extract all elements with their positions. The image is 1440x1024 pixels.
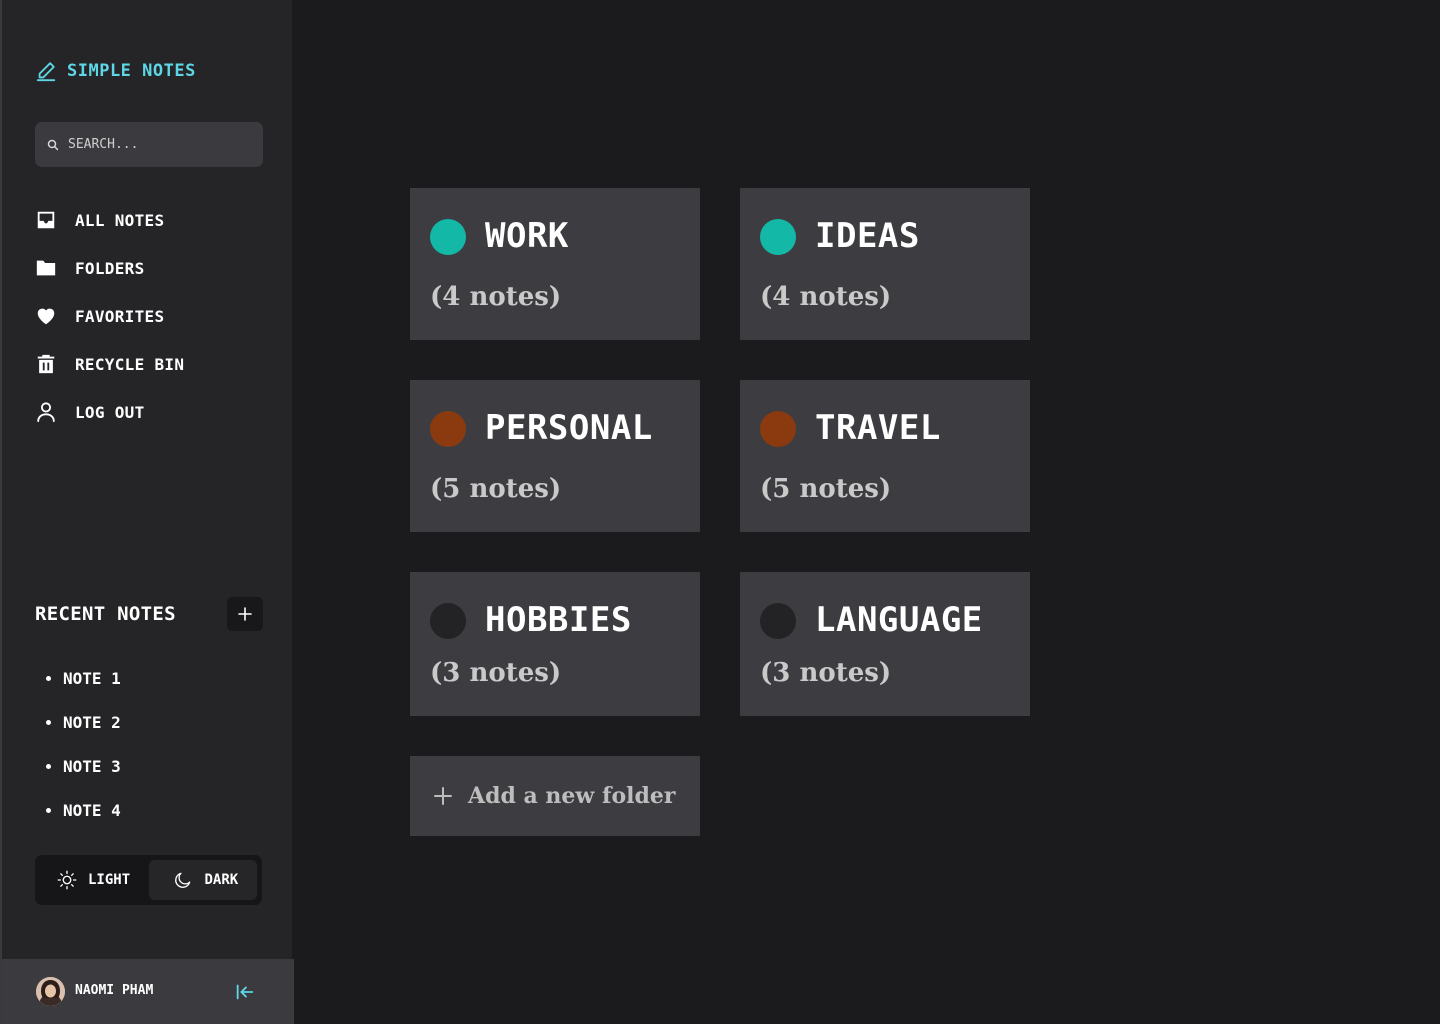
nav-label: FOLDERS: [75, 258, 145, 278]
folder-color-dot: [760, 219, 796, 255]
recent-note-item[interactable]: NOTE 3: [46, 744, 121, 788]
plus-icon: [434, 787, 452, 805]
folder-note-count: (4 notes): [760, 282, 892, 312]
folder-card-personal[interactable]: PERSONAL (5 notes): [410, 380, 700, 532]
folder-color-dot: [760, 603, 796, 639]
nav-label: LOG OUT: [75, 402, 145, 422]
trash-icon: [37, 354, 55, 374]
add-note-button[interactable]: [227, 597, 263, 631]
nav-item-folders[interactable]: FOLDERS: [35, 244, 275, 292]
user-icon: [37, 402, 55, 423]
recent-note-label: NOTE 2: [63, 712, 121, 732]
search-icon: [47, 139, 59, 150]
folder-note-count: (3 notes): [430, 658, 562, 688]
add-folder-button[interactable]: Add a new folder: [410, 756, 700, 836]
user-name: NAOMI PHAM: [75, 983, 154, 998]
sidebar: SIMPLE NOTES ALL NOTES FOLDERS FAVOR: [0, 0, 294, 1024]
folder-note-count: (4 notes): [430, 282, 562, 312]
nav-item-recycle-bin[interactable]: RECYCLE BIN: [35, 340, 275, 388]
recent-note-label: NOTE 3: [63, 756, 121, 776]
theme-dark-label: DARK: [204, 872, 239, 888]
avatar-image: [36, 977, 65, 1006]
folder-note-count: (3 notes): [760, 658, 892, 688]
folder-name: PERSONAL: [485, 408, 653, 448]
folder-icon: [36, 260, 56, 276]
theme-dark-option[interactable]: DARK: [149, 860, 257, 900]
main-nav: ALL NOTES FOLDERS FAVORITES RECYCLE BIN: [35, 196, 275, 436]
bullet-icon: [46, 763, 51, 769]
theme-toggle: LIGHT DARK: [35, 855, 262, 905]
folder-card-work[interactable]: WORK (4 notes): [410, 188, 700, 340]
collapse-left-icon: [236, 984, 254, 1000]
pen-icon: [36, 62, 56, 82]
folder-name: WORK: [485, 216, 569, 256]
nav-item-log-out[interactable]: LOG OUT: [35, 388, 275, 436]
folders-grid: WORK (4 notes) IDEAS (4 notes) PERSONAL …: [292, 0, 1440, 1024]
folder-color-dot: [430, 219, 466, 255]
search-box[interactable]: [35, 122, 263, 167]
moon-icon: [175, 872, 191, 888]
nav-item-all-notes[interactable]: ALL NOTES: [35, 196, 275, 244]
collapse-sidebar-button[interactable]: [234, 981, 256, 1003]
bullet-icon: [46, 719, 51, 725]
folder-card-ideas[interactable]: IDEAS (4 notes): [740, 188, 1030, 340]
folder-card-language[interactable]: LANGUAGE (3 notes): [740, 572, 1030, 716]
sun-icon: [57, 870, 77, 890]
theme-light-label: LIGHT: [88, 872, 131, 888]
app-logo[interactable]: SIMPLE NOTES: [35, 60, 196, 82]
recent-note-item[interactable]: NOTE 1: [46, 656, 121, 700]
recent-notes-list: NOTE 1 NOTE 2 NOTE 3 NOTE 4: [46, 656, 121, 832]
bullet-icon: [46, 807, 51, 813]
bullet-icon: [46, 675, 51, 681]
nav-label: RECYCLE BIN: [75, 354, 185, 374]
avatar[interactable]: [36, 977, 65, 1006]
app-title: SIMPLE NOTES: [67, 61, 196, 81]
recent-note-item[interactable]: NOTE 2: [46, 700, 121, 744]
nav-label: FAVORITES: [75, 306, 165, 326]
folder-name: TRAVEL: [815, 408, 941, 448]
recent-notes-title: RECENT NOTES: [35, 603, 176, 625]
folder-note-count: (5 notes): [760, 474, 892, 504]
recent-notes-header: RECENT NOTES: [35, 596, 263, 632]
folder-card-travel[interactable]: TRAVEL (5 notes): [740, 380, 1030, 532]
add-folder-label: Add a new folder: [468, 783, 676, 809]
search-input[interactable]: [68, 137, 248, 152]
folder-color-dot: [430, 411, 466, 447]
heart-icon: [37, 308, 55, 325]
folder-color-dot: [430, 603, 466, 639]
folder-name: IDEAS: [815, 216, 920, 256]
folder-name: LANGUAGE: [815, 600, 983, 640]
folder-note-count: (5 notes): [430, 474, 562, 504]
folder-card-hobbies[interactable]: HOBBIES (3 notes): [410, 572, 700, 716]
folder-color-dot: [760, 411, 796, 447]
recent-note-label: NOTE 4: [63, 800, 121, 820]
folder-name: HOBBIES: [485, 600, 632, 640]
user-bar: NAOMI PHAM: [2, 959, 294, 1024]
recent-note-label: NOTE 1: [63, 668, 121, 688]
recent-note-item[interactable]: NOTE 4: [46, 788, 121, 832]
theme-light-option[interactable]: LIGHT: [40, 860, 149, 900]
nav-item-favorites[interactable]: FAVORITES: [35, 292, 275, 340]
nav-label: ALL NOTES: [75, 210, 165, 230]
plus-icon: [238, 607, 252, 621]
inbox-icon: [37, 211, 55, 229]
